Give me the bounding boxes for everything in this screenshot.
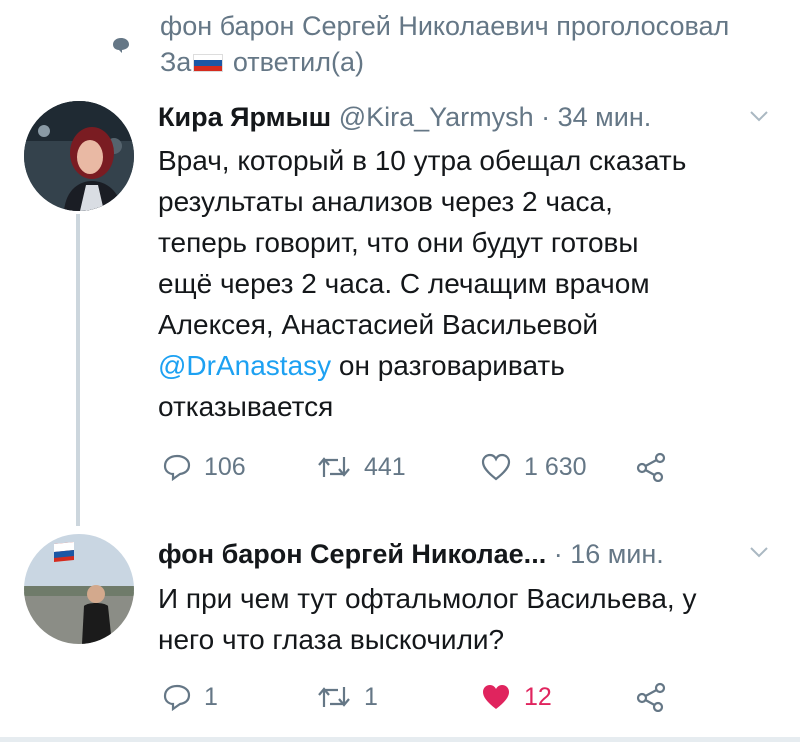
- reply-context-icon: [113, 38, 129, 53]
- context-line-2: За ответил(а): [160, 44, 729, 80]
- tweet1-line: теперь говорит, что они будут готовы: [158, 227, 639, 258]
- mention-link[interactable]: @DrAnastasy: [158, 350, 331, 381]
- context-prefix: За: [160, 47, 192, 77]
- retweet-button[interactable]: 441: [316, 452, 406, 482]
- like-button[interactable]: 1 630: [480, 452, 587, 482]
- reply-count: 106: [204, 452, 246, 481]
- share-icon[interactable]: [636, 682, 666, 712]
- tweet2-author-name[interactable]: фон барон Сергей Николае...: [158, 539, 546, 569]
- like-count: 12: [524, 682, 552, 711]
- avatar-sergey[interactable]: [24, 534, 134, 644]
- chevron-down-icon[interactable]: [750, 546, 768, 558]
- reply-button[interactable]: 106: [162, 452, 246, 482]
- heart-filled-icon: [483, 685, 509, 709]
- tweet1-line: ещё через 2 часа. С лечащим врачом: [158, 268, 650, 299]
- thread-line: [76, 214, 80, 526]
- tweet1-author-name[interactable]: Кира Ярмыш: [158, 102, 331, 132]
- like-button[interactable]: 12: [480, 682, 552, 712]
- context-line-1: фон барон Сергей Николаевич проголосовал: [160, 11, 730, 41]
- tweet2-header: фон барон Сергей Николае... · 16 мин.: [158, 537, 664, 571]
- tweet1-line-rest: он разговаривать: [331, 350, 565, 381]
- tweet2-time[interactable]: · 16 мин.: [554, 539, 664, 569]
- tweet1-handle-time[interactable]: @Kira_Yarmysh · 34 мин.: [339, 102, 652, 132]
- tweet1-line: Врач, который в 10 утра обещал сказать: [158, 145, 687, 176]
- reply-icon: [163, 454, 191, 482]
- tweet1-line: результаты анализов через 2 часа,: [158, 186, 613, 217]
- retweet-icon: [318, 687, 350, 707]
- tweet2-text: И при чем тут офтальмолог Васильева, у н…: [158, 578, 788, 660]
- share-icon[interactable]: [636, 452, 666, 482]
- retweet-icon: [318, 457, 350, 477]
- retweet-count: 441: [364, 452, 406, 481]
- tweet1-line: отказывается: [158, 391, 334, 422]
- like-count: 1 630: [524, 452, 587, 481]
- avatar-kira[interactable]: [24, 101, 134, 211]
- reply-count: 1: [204, 682, 218, 711]
- russia-flag-icon: [193, 54, 224, 72]
- bottom-divider: [0, 737, 800, 742]
- tweet1-line: @DrAnastasy он разговаривать: [158, 345, 788, 386]
- tweet2-line: И при чем тут офтальмолог Васильева, у: [158, 583, 697, 614]
- chevron-down-icon[interactable]: [750, 110, 768, 122]
- tweet1-text: Врач, который в 10 утра обещал сказать р…: [158, 140, 788, 427]
- reply-icon: [163, 684, 191, 712]
- tweet1-line: Алексея, Анастасией Васильевой: [158, 309, 599, 340]
- retweet-button[interactable]: 1: [316, 682, 378, 712]
- reply-button[interactable]: 1: [162, 682, 218, 712]
- context-suffix: ответил(а): [232, 47, 364, 77]
- tweet1-header: Кира Ярмыш @Kira_Yarmysh · 34 мин.: [158, 100, 651, 134]
- reply-context: фон барон Сергей Николаевич проголосовал…: [160, 8, 729, 80]
- retweet-count: 1: [364, 682, 378, 711]
- heart-icon: [481, 453, 511, 481]
- tweet2-line: него что глаза выскочили?: [158, 624, 505, 655]
